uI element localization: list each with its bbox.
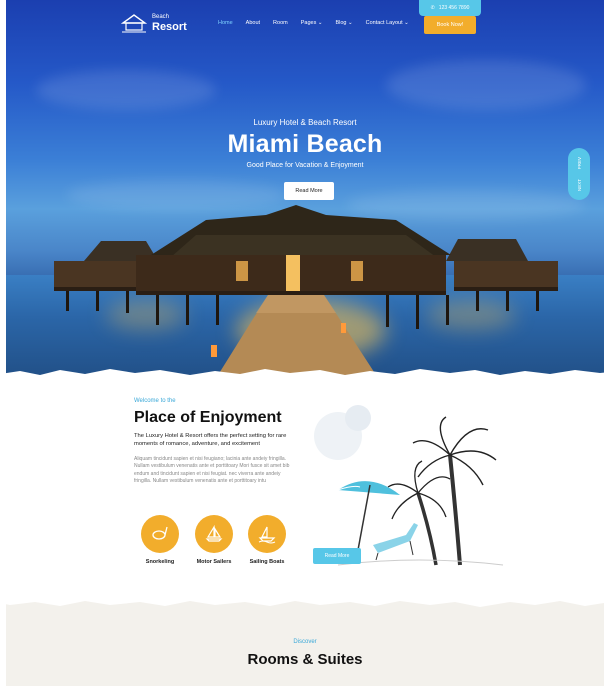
slider-nav: PREV NEXT [568,148,590,200]
villa-logo-icon [121,14,147,33]
phone-number: 123 456 7890 [438,5,470,11]
nav-room[interactable]: Room [273,20,288,26]
hero-read-more-button[interactable]: Read More [284,182,334,200]
logo-small-text: Beach [152,13,170,20]
hero-section: Beach Resort Home About Room Pages ⌄ Blo… [6,0,604,380]
logo-big-text: Resort [152,20,187,33]
feature-sailing-boats[interactable]: Sailing Boats [237,515,297,565]
nav-home[interactable]: Home [218,20,233,26]
slider-prev-button[interactable]: PREV [577,157,582,169]
nav-menu: Home About Room Pages ⌄ Blog ⌄ Contact L… [218,20,409,26]
sailboat-icon [205,524,223,542]
nav-about[interactable]: About [246,20,260,26]
brand-logo[interactable]: Beach Resort [121,13,187,33]
cloud [386,60,586,110]
rooms-kicker: Discover [293,639,317,645]
feature-label: Sailing Boats [249,559,285,565]
nav-contact-layout[interactable]: Contact Layout ⌄ [366,20,409,26]
nav-blog[interactable]: Blog ⌄ [335,20,352,26]
about-title: Place of Enjoyment [134,409,282,426]
feature-label: Snorkeling [145,559,175,565]
about-lead-text: The Luxury Hotel & Resort offers the per… [134,433,287,447]
cloud [36,70,216,110]
feature-circle [248,515,286,553]
slider-next-button[interactable]: NEXT [577,179,582,191]
book-now-button[interactable]: Book Now! [424,16,476,34]
about-body-text: Aliquam tincidunt sapien et nisi feugian… [134,456,290,485]
torn-paper-divider [0,596,610,607]
phone-badge[interactable]: ✆ 123 456 7890 [419,0,481,16]
feature-circle [195,515,233,553]
overwater-villa-image [54,205,558,375]
feature-motor-sailers[interactable]: Motor Sailers [184,515,244,565]
snorkel-icon [152,526,168,540]
torn-paper-divider [0,369,610,386]
hero-subtitle: Luxury Hotel & Beach Resort [253,118,357,127]
nav-pages[interactable]: Pages ⌄ [301,20,323,26]
feature-circle [141,515,179,553]
boat-icon [258,526,276,544]
feature-snorkeling[interactable]: Snorkeling [130,515,190,565]
hero-tagline: Good Place for Vacation & Enjoyment [246,162,364,169]
top-navbar: Beach Resort Home About Room Pages ⌄ Blo… [6,0,604,48]
phone-icon: ✆ [430,5,435,11]
hero-title: Miami Beach [227,130,383,158]
feature-label: Motor Sailers [196,559,232,565]
about-kicker: Welcome to the [134,398,176,404]
palm-trees-illustration [337,416,504,566]
about-read-more-button[interactable]: Read More [313,548,361,564]
rooms-title: Rooms & Suites [247,651,363,668]
